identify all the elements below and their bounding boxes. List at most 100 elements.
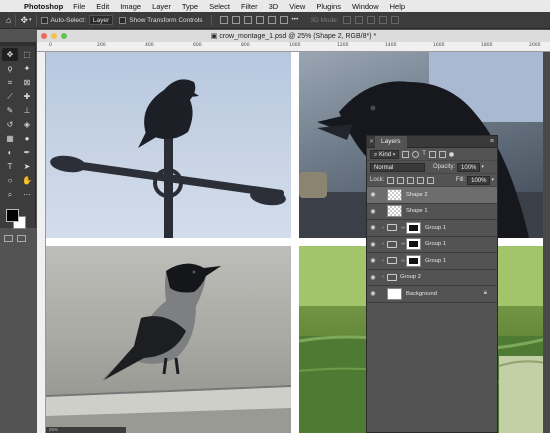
lock-transparent-icon[interactable] xyxy=(387,176,395,184)
crop-tool-icon[interactable]: ⌗ xyxy=(2,76,18,89)
expand-chevron-icon[interactable]: › xyxy=(379,225,387,231)
shape-tool-icon[interactable]: ○ xyxy=(2,174,18,187)
align-left-icon[interactable] xyxy=(219,16,228,24)
path-selection-tool-icon[interactable]: ➤ xyxy=(19,160,35,173)
type-tool-icon[interactable]: T xyxy=(2,160,18,173)
layer-row-group-1-b[interactable]: ◉ › ∞ Group 1 xyxy=(367,237,497,253)
brush-tool-icon[interactable]: ✎ xyxy=(2,104,18,117)
align-middle-icon[interactable] xyxy=(267,16,276,24)
3d-roll-icon[interactable] xyxy=(354,16,363,24)
menu-file[interactable]: File xyxy=(73,2,85,11)
clone-stamp-tool-icon[interactable]: ⊥ xyxy=(19,104,35,117)
tab-layers[interactable]: Layers xyxy=(375,135,407,148)
visibility-eye-icon[interactable]: ◉ xyxy=(367,257,379,264)
screen-mode-icon[interactable] xyxy=(17,235,26,242)
eyedropper-tool-icon[interactable]: ⟋ xyxy=(2,90,18,103)
3d-rotate-icon[interactable] xyxy=(342,16,351,24)
vertical-ruler[interactable] xyxy=(37,52,46,433)
lock-image-icon[interactable] xyxy=(397,176,405,184)
marquee-tool-icon[interactable]: ⬚ xyxy=(19,48,35,61)
healing-brush-tool-icon[interactable]: ✚ xyxy=(19,90,35,103)
foreground-color-swatch[interactable] xyxy=(6,209,19,222)
layer-row-group-1-a[interactable]: ◉ › ∞ Group 1 xyxy=(367,220,497,237)
layer-name[interactable]: Group 1 xyxy=(425,225,446,231)
align-bottom-icon[interactable] xyxy=(279,16,288,24)
layer-row-shape-1[interactable]: ◉ Shape 1 xyxy=(367,204,497,220)
lasso-tool-icon[interactable]: ϙ xyxy=(2,62,18,75)
menu-edit[interactable]: Edit xyxy=(96,2,109,11)
auto-select-checkbox[interactable] xyxy=(40,16,48,24)
adjustment-filter-icon[interactable] xyxy=(412,150,420,158)
3d-scale-icon[interactable] xyxy=(390,16,399,24)
pixel-filter-icon[interactable] xyxy=(402,150,410,158)
layer-row-group-2[interactable]: ◉ › Group 2 xyxy=(367,270,497,286)
visibility-eye-icon[interactable]: ◉ xyxy=(367,290,379,297)
menu-window[interactable]: Window xyxy=(352,2,379,11)
visibility-eye-icon[interactable]: ◉ xyxy=(367,191,379,198)
close-panel-icon[interactable]: ✕ xyxy=(369,138,374,145)
opacity-field[interactable]: 100% xyxy=(457,162,481,172)
move-tool-icon[interactable]: ✥ xyxy=(2,48,18,61)
zoom-level[interactable]: 25% xyxy=(49,427,58,432)
blur-tool-icon[interactable]: ● xyxy=(19,132,35,145)
quick-mask-icon[interactable] xyxy=(4,235,13,242)
frame-tool-icon[interactable]: ⊠ xyxy=(19,76,35,89)
chevron-down-icon[interactable]: ▾ xyxy=(29,17,32,23)
fill-chevron-icon[interactable]: ▾ xyxy=(491,177,494,183)
expand-chevron-icon[interactable]: › xyxy=(379,274,387,280)
layer-name[interactable]: Background xyxy=(406,291,437,297)
opacity-chevron-icon[interactable]: ▾ xyxy=(481,164,484,170)
layer-row-background[interactable]: ◉ Background 🔒︎ xyxy=(367,286,497,303)
home-icon[interactable]: ⌂ xyxy=(6,15,11,25)
align-center-icon[interactable] xyxy=(231,16,240,24)
menu-plugins[interactable]: Plugins xyxy=(316,2,341,11)
visibility-eye-icon[interactable]: ◉ xyxy=(367,224,379,231)
transform-controls-checkbox[interactable] xyxy=(119,16,127,24)
hand-tool-icon[interactable]: ✋ xyxy=(19,174,35,187)
layer-row-group-1-c[interactable]: ◉ › ∞ Group 1 xyxy=(367,253,497,270)
eraser-tool-icon[interactable]: ◈ xyxy=(19,118,35,131)
layer-name[interactable]: Group 1 xyxy=(425,241,446,247)
lock-all-icon[interactable] xyxy=(427,176,435,184)
lock-position-icon[interactable] xyxy=(407,176,415,184)
align-top-icon[interactable] xyxy=(255,16,264,24)
expand-chevron-icon[interactable]: › xyxy=(379,241,387,247)
menu-view[interactable]: View xyxy=(289,2,305,11)
smart-object-filter-icon[interactable] xyxy=(438,150,446,158)
layer-name[interactable]: Group 1 xyxy=(425,258,446,264)
horizontal-ruler[interactable]: 0 200 400 600 800 1000 1200 1400 1600 18… xyxy=(37,42,550,52)
vertical-scrollbar[interactable] xyxy=(543,52,550,433)
pen-tool-icon[interactable]: ✒ xyxy=(19,146,35,159)
panel-menu-icon[interactable]: ≡ xyxy=(490,138,494,145)
type-filter-icon[interactable]: T xyxy=(422,151,426,158)
visibility-eye-icon[interactable]: ◉ xyxy=(367,241,379,248)
zoom-tool-icon[interactable]: ⌕ xyxy=(2,188,18,201)
filter-kind-dropdown[interactable]: ⌕ Kind ▾ xyxy=(370,149,400,159)
menu-filter[interactable]: Filter xyxy=(241,2,258,11)
menu-3d[interactable]: 3D xyxy=(269,2,279,11)
menu-image[interactable]: Image xyxy=(120,2,141,11)
lock-artboard-icon[interactable] xyxy=(417,176,425,184)
layer-row-shape-2[interactable]: ◉ Shape 2 xyxy=(367,187,497,204)
menu-help[interactable]: Help xyxy=(390,2,405,11)
3d-drag-icon[interactable] xyxy=(366,16,375,24)
layer-name[interactable]: Shape 1 xyxy=(406,208,428,214)
app-name-menu[interactable]: Photoshop xyxy=(24,2,63,11)
blend-mode-dropdown[interactable]: Normal xyxy=(370,162,425,172)
lock-icon[interactable]: 🔒︎ xyxy=(484,290,487,297)
3d-slide-icon[interactable] xyxy=(378,16,387,24)
gradient-tool-icon[interactable]: ▦ xyxy=(2,132,18,145)
filter-toggle-icon[interactable] xyxy=(448,151,454,157)
fill-field[interactable]: 100% xyxy=(467,175,491,185)
history-brush-tool-icon[interactable]: ↺ xyxy=(2,118,18,131)
shape-filter-icon[interactable] xyxy=(428,150,436,158)
layer-name[interactable]: Shape 2 xyxy=(406,192,428,198)
align-right-icon[interactable] xyxy=(243,16,252,24)
menu-type[interactable]: Type xyxy=(182,2,198,11)
auto-select-dropdown[interactable]: Layer xyxy=(88,15,114,25)
move-tool-preset-icon[interactable]: ✥ xyxy=(20,15,28,26)
magic-wand-tool-icon[interactable]: ✦ xyxy=(19,62,35,75)
more-tools-icon[interactable]: ⋯ xyxy=(19,188,35,201)
menu-layer[interactable]: Layer xyxy=(152,2,171,11)
layer-name[interactable]: Group 2 xyxy=(400,274,421,280)
